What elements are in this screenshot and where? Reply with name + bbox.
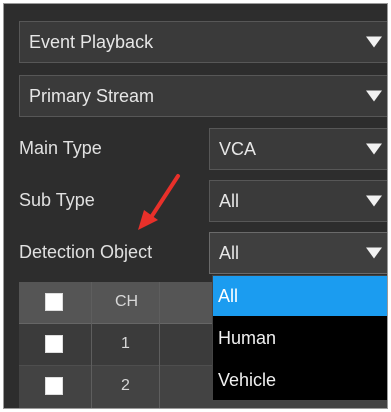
- main-type-value: VCA: [219, 138, 257, 159]
- sub-type-label: Sub Type: [19, 190, 95, 210]
- menu-option-vehicle[interactable]: Vehicle: [213, 360, 387, 400]
- detection-object-value: All: [219, 242, 240, 263]
- playback-mode-select[interactable]: Event Playback: [19, 21, 387, 63]
- playback-mode-value: Event Playback: [29, 31, 154, 52]
- detection-object-label: Detection Object: [19, 242, 153, 262]
- row-checkbox[interactable]: [45, 335, 63, 353]
- option-label: Human: [218, 327, 277, 348]
- column-divider: [91, 282, 92, 408]
- main-type-select[interactable]: VCA: [209, 128, 387, 170]
- ch-column-header: CH: [115, 293, 139, 310]
- stream-value: Primary Stream: [29, 85, 155, 106]
- detection-object-menu: All Human Vehicle: [212, 275, 387, 401]
- chevron-down-icon: [366, 247, 382, 259]
- row-checkbox[interactable]: [45, 377, 63, 395]
- main-type-label: Main Type: [19, 138, 102, 158]
- chevron-down-icon: [366, 36, 382, 48]
- menu-option-human[interactable]: Human: [213, 318, 387, 358]
- sub-type-select[interactable]: All: [209, 180, 387, 222]
- chevron-down-icon: [366, 90, 382, 102]
- option-label: All: [218, 285, 239, 306]
- channel-number: 2: [121, 377, 130, 394]
- playback-search-panel: Event Playback Primary Stream Main Type …: [3, 3, 388, 409]
- column-divider: [159, 282, 160, 408]
- select-all-checkbox[interactable]: [45, 293, 63, 311]
- sub-type-value: All: [219, 190, 240, 211]
- chevron-down-icon: [366, 195, 382, 207]
- detection-object-select[interactable]: All: [209, 232, 387, 274]
- channel-number: 1: [121, 335, 130, 352]
- chevron-down-icon: [366, 143, 382, 155]
- red-arrow-annotation: [138, 174, 180, 230]
- option-label: Vehicle: [218, 369, 277, 390]
- stream-select[interactable]: Primary Stream: [19, 75, 387, 117]
- menu-option-all[interactable]: All: [213, 276, 387, 316]
